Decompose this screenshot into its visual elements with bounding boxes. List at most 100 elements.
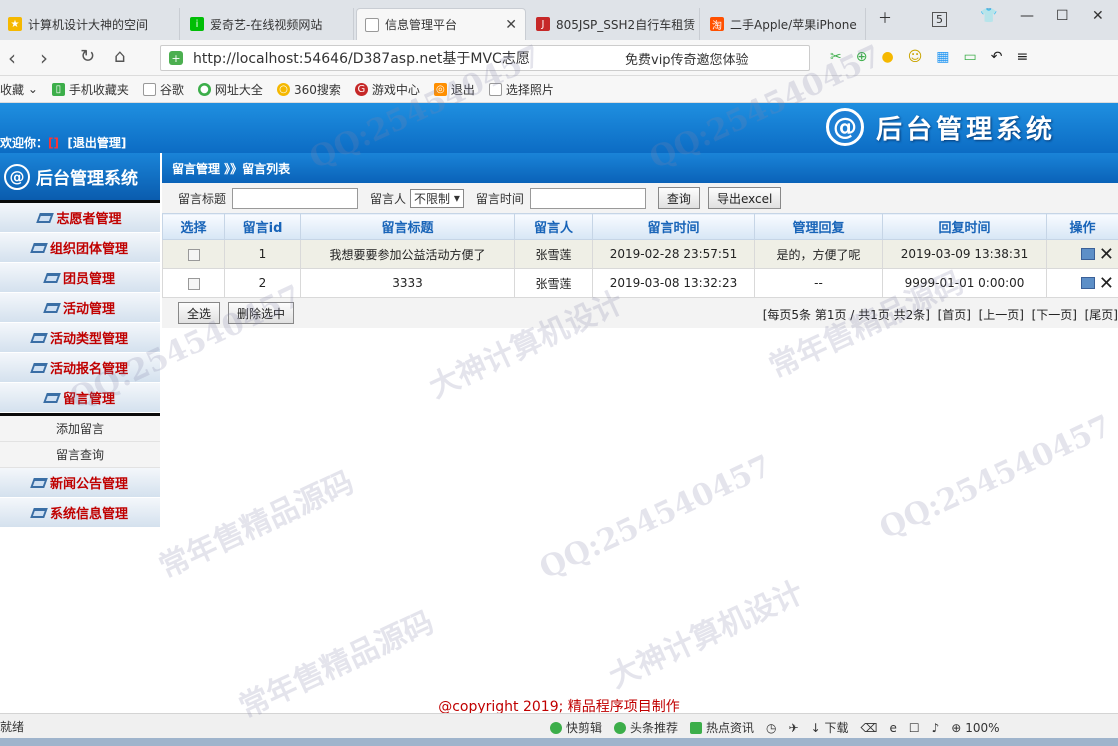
row-select-cell <box>162 239 225 269</box>
pin-icon[interactable]: ✈ <box>789 719 799 736</box>
status-download[interactable]: ↓ 下载 <box>811 719 849 736</box>
close-tab-icon[interactable]: ✕ <box>497 17 517 33</box>
sidebar-item-volunteers[interactable]: 志愿者管理 <box>0 203 160 233</box>
forward-icon[interactable]: › <box>40 46 48 70</box>
undo-icon[interactable]: ↶ <box>991 49 1003 65</box>
cell-reply-time: 9999-01-01 0:00:00 <box>882 268 1047 298</box>
apps-icon[interactable]: ▦ <box>936 49 949 65</box>
tab-5[interactable]: 淘 二手Apple/苹果iPhone <box>702 8 866 40</box>
menu-icon <box>43 392 61 403</box>
logout-link[interactable]: [退出管理] <box>67 136 126 150</box>
minimize-icon[interactable]: — <box>1020 8 1034 24</box>
sidebar-item-activities[interactable]: 活动管理 <box>0 293 160 323</box>
tab-4[interactable]: J 805JSP_SSH2自行车租赁 <box>528 8 700 40</box>
jsp-icon: J <box>536 17 550 31</box>
bookmark-games[interactable]: G 游戏中心 <box>354 81 420 98</box>
edit-icon[interactable] <box>1080 277 1095 289</box>
pager-last-link[interactable]: [尾页] <box>1085 308 1118 322</box>
bookmark-sites[interactable]: ● 网址大全 <box>197 81 263 98</box>
back-icon[interactable]: ‹ <box>8 46 16 70</box>
bookmark-photos[interactable]: 选择照片 <box>488 81 554 98</box>
maximize-icon[interactable]: ☐ <box>1056 8 1069 24</box>
main-content: 留言管理 》》留言列表 留言标题 留言人 不限制 ▾ 留言时间 查询 导出exc… <box>162 153 1118 713</box>
sweep-icon[interactable]: ⌫ <box>861 719 878 736</box>
promo-text[interactable]: 免费vip传奇邀您体验 <box>625 49 749 68</box>
url-input[interactable]: + http://localhost:54646/D387asp.net基于MV… <box>160 45 810 71</box>
browser-toolbar: ✂ ⊕ ● ☺ ▦ ▭ ↶ ≡ <box>830 49 1028 65</box>
sidebar-item-organizations[interactable]: 组织团体管理 <box>0 233 160 263</box>
sidebar-item-activity-types[interactable]: 活动类型管理 <box>0 323 160 353</box>
face-icon[interactable]: ☺ <box>908 49 923 65</box>
username: [] <box>48 136 59 150</box>
bookmark-mobile[interactable]: ▯ 手机收藏夹 <box>51 81 129 98</box>
refresh-icon[interactable]: ↻ <box>80 46 95 67</box>
row-checkbox[interactable] <box>187 248 200 261</box>
select-all-button[interactable]: 全选 <box>178 302 221 324</box>
sites-icon: ● <box>197 82 211 96</box>
ie-icon[interactable]: e <box>889 719 896 736</box>
search-bar: 留言标题 留言人 不限制 ▾ 留言时间 查询 导出excel <box>162 183 1118 213</box>
table-header-row: 选择 留言id 留言标题 留言人 留言时间 管理回复 回复时间 操作 <box>162 213 1118 240</box>
sidebar-item-news[interactable]: 新闻公告管理 <box>0 468 160 498</box>
coin-icon[interactable]: ● <box>881 49 893 65</box>
tab-2[interactable]: i 爱奇艺-在线视频网站 <box>182 8 354 40</box>
battery-icon[interactable]: ▭ <box>964 49 977 65</box>
sidebar-item-members[interactable]: 团员管理 <box>0 263 160 293</box>
browser-status-bar: 就绪 快剪辑 头条推荐 热点资讯 ◷ ✈ ↓ 下载 ⌫ e ☐ ♪ ⊕ 100% <box>0 713 1118 738</box>
table-row: 2 3333 张雪莲 2019-03-08 13:32:23 -- 9999-0… <box>162 268 1118 298</box>
delete-selected-button[interactable]: 删除选中 <box>228 302 295 324</box>
translate-icon[interactable]: ⊕ <box>856 49 868 65</box>
sidebar-item-system-info[interactable]: 系统信息管理 <box>0 498 160 528</box>
row-checkbox[interactable] <box>187 277 200 290</box>
query-button[interactable]: 查询 <box>657 187 700 209</box>
col-header-actions: 操作 <box>1046 213 1118 240</box>
edit-icon[interactable] <box>1080 248 1095 260</box>
welcome-label: 欢迎你： <box>0 136 49 150</box>
tab-3-active[interactable]: 信息管理平台 ✕ <box>356 8 526 40</box>
sidebar-sub-query-message[interactable]: 留言查询 <box>0 442 160 468</box>
cell-time: 2019-02-28 23:57:51 <box>592 239 755 269</box>
cell-actions: ✕ <box>1046 239 1118 269</box>
time-label: 留言时间 <box>475 191 524 206</box>
tab-1[interactable]: ★ 计算机设计大神的空间 <box>0 8 180 40</box>
sidebar-item-messages[interactable]: 留言管理 <box>0 383 160 413</box>
sidebar-logo: @ 后台管理系统 <box>0 153 160 203</box>
delete-icon[interactable]: ✕ <box>1099 273 1114 294</box>
zoom-level[interactable]: ⊕ 100% <box>951 719 999 736</box>
person-select[interactable]: 不限制 ▾ <box>410 188 464 208</box>
clip-icon <box>550 721 562 734</box>
status-hot-news[interactable]: 热点资讯 <box>690 719 754 736</box>
export-excel-button[interactable]: 导出excel <box>707 187 782 209</box>
delete-icon[interactable]: ✕ <box>1099 244 1114 265</box>
status-ready-text: 就绪 <box>0 719 25 734</box>
status-clip[interactable]: 快剪辑 <box>550 719 602 736</box>
time-search-input[interactable] <box>529 187 646 209</box>
pager-prev-link[interactable]: [上一页] <box>979 308 1024 322</box>
menu-icon[interactable]: ≡ <box>1017 49 1029 65</box>
pager-first-link[interactable]: [首页] <box>938 308 971 322</box>
window-icon[interactable]: ☐ <box>909 719 920 736</box>
clock-icon[interactable]: ◷ <box>766 719 776 736</box>
sound-icon[interactable]: ♪ <box>932 719 940 736</box>
close-window-icon[interactable]: ✕ <box>1092 8 1104 24</box>
bookmark-favorites[interactable]: 收藏 ⌄ <box>0 81 38 98</box>
new-tab-icon[interactable]: ＋ <box>878 8 892 28</box>
title-search-input[interactable] <box>232 187 359 209</box>
sidebar: @ 后台管理系统 志愿者管理 组织团体管理 团员管理 活动管理 活动类型管理 活… <box>0 153 160 713</box>
pager-next-link[interactable]: [下一页] <box>1032 308 1077 322</box>
shirt-icon[interactable]: 👕 <box>980 8 997 24</box>
bookmark-360[interactable]: ○ 360搜索 <box>276 81 341 98</box>
tab-label: 805JSP_SSH2自行车租赁 <box>556 17 696 32</box>
tab-count-badge[interactable]: 5 <box>932 12 947 27</box>
bookmark-exit[interactable]: ◎ 退出 <box>433 81 475 98</box>
menu-icon <box>30 242 48 253</box>
status-headlines[interactable]: 头条推荐 <box>614 719 678 736</box>
pager: [每页5条 第1页 / 共1页 共2条] [首页] [上一页] [下一页] [尾… <box>763 306 1118 323</box>
sidebar-sub-add-message[interactable]: 添加留言 <box>0 416 160 442</box>
bookmark-google[interactable]: 谷歌 <box>142 81 184 98</box>
home-icon[interactable]: ⌂ <box>114 46 125 67</box>
sidebar-item-registrations[interactable]: 活动报名管理 <box>0 353 160 383</box>
cell-person: 张雪莲 <box>514 268 593 298</box>
exit-icon: ◎ <box>433 82 447 96</box>
scissors-icon[interactable]: ✂ <box>830 49 842 65</box>
